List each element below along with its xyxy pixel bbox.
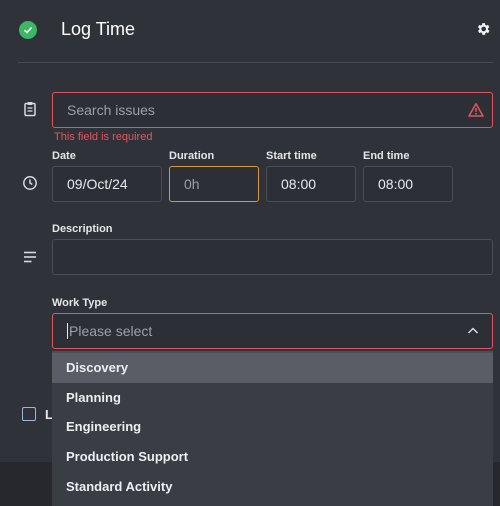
duration-placeholder: 0h [184,176,200,192]
text-cursor [67,323,68,339]
warning-icon [468,102,484,118]
text-lines-icon [22,249,38,265]
success-check-icon [19,21,37,39]
date-field[interactable]: 09/Oct/24 [52,166,162,202]
option-standard-activity[interactable]: Standard Activity [52,471,493,501]
date-label: Date [52,150,76,162]
bottom-panel-right [493,462,500,506]
clipboard-icon [22,101,38,117]
description-label: Description [52,223,113,235]
duration-field[interactable]: 0h [169,166,259,202]
start-time-value: 08:00 [281,176,317,192]
description-input[interactable] [52,239,493,275]
start-time-label: Start time [266,150,317,162]
work-type-label: Work Type [52,297,108,309]
work-type-dropdown: Discovery Planning Engineering Productio… [52,351,493,506]
end-time-field[interactable]: 08:00 [363,166,453,202]
page-title: Log Time [61,19,136,39]
end-time-value: 08:00 [378,176,414,192]
clock-icon [22,175,38,191]
issue-search-placeholder: Search issues [67,102,155,118]
option-engineering[interactable]: Engineering [52,412,493,442]
option-production-support[interactable]: Production Support [52,442,493,472]
issue-error-message: This field is required [54,131,153,143]
duration-label: Duration [169,150,215,162]
end-time-label: End time [363,150,410,162]
chevron-up-icon[interactable] [466,324,480,338]
issue-search-input[interactable]: Search issues [52,92,493,128]
option-planning[interactable]: Planning [52,383,493,413]
bottom-panel [0,462,52,506]
checkbox[interactable] [22,407,36,421]
date-value: 09/Oct/24 [67,176,128,192]
work-type-select[interactable]: Please select [52,313,493,349]
start-time-field[interactable]: 08:00 [266,166,356,202]
work-type-placeholder: Please select [69,323,153,339]
gear-icon[interactable] [475,21,493,39]
header-divider [18,62,493,63]
option-discovery[interactable]: Discovery [52,353,493,383]
